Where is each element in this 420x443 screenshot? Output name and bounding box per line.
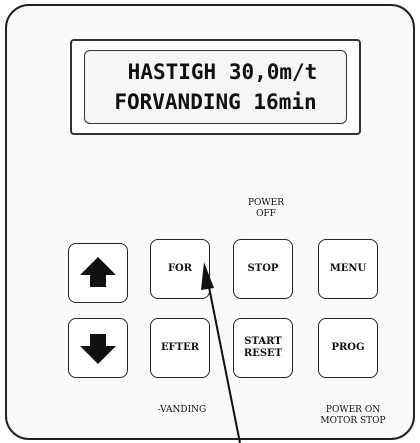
display-bezel: HASTIGH 30,0m/t FORVANDING 16min <box>70 39 361 135</box>
efter-button[interactable]: EFTER <box>150 318 210 378</box>
for-button[interactable]: FOR <box>150 239 210 299</box>
start-reset-button[interactable]: START RESET <box>233 318 293 378</box>
menu-button[interactable]: MENU <box>318 239 378 299</box>
stop-button[interactable]: STOP <box>233 239 293 299</box>
display-line-prewatering: FORVANDING 16min <box>114 90 317 114</box>
start-reset-label: START RESET <box>243 336 283 359</box>
arrow-up-icon <box>80 257 116 287</box>
down-button[interactable] <box>68 318 128 378</box>
lcd-display: HASTIGH 30,0m/t FORVANDING 16min <box>84 50 347 124</box>
power-on-motor-stop-caption: POWER ON MOTOR STOP <box>320 405 386 426</box>
arrow-down-icon <box>80 334 116 364</box>
display-line-speed: HASTIGH 30,0m/t <box>127 60 318 84</box>
power-off-caption: POWER OFF <box>247 198 285 219</box>
vanding-caption: -VANDING <box>157 405 207 415</box>
up-button[interactable] <box>68 243 128 303</box>
prog-button[interactable]: PROG <box>318 318 378 378</box>
